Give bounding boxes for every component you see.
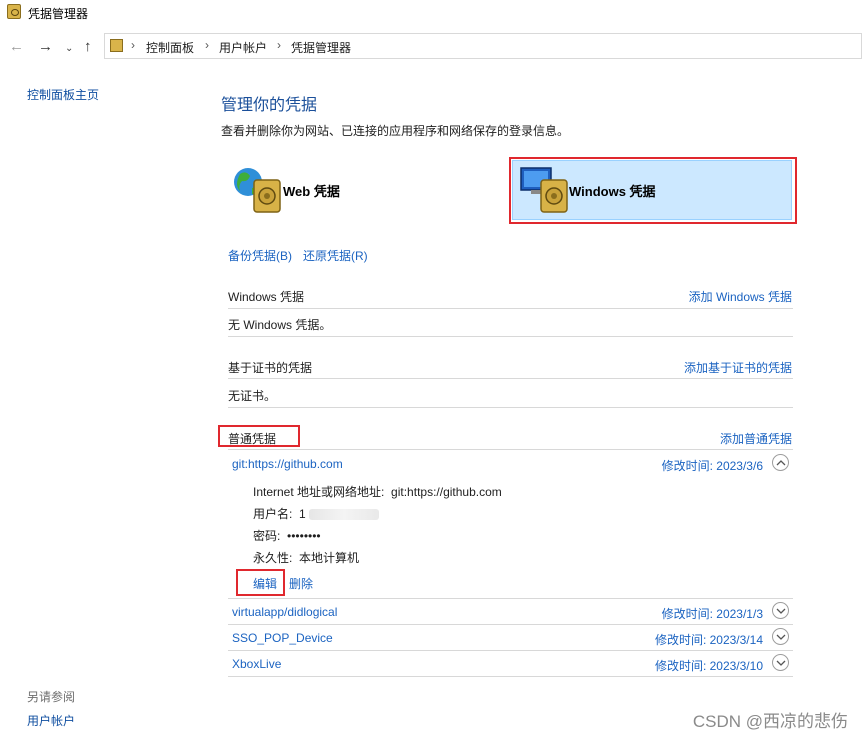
title-bar: 凭据管理器 xyxy=(0,0,864,26)
redacted-username-blur xyxy=(309,509,380,521)
collapse-chevron-up-icon[interactable] xyxy=(772,454,789,471)
divider xyxy=(228,308,793,309)
breadcrumb-separator-icon[interactable]: › xyxy=(205,38,209,52)
delete-credential-link[interactable]: 删除 xyxy=(289,575,313,592)
credential-password-detail: 密码: •••••••• xyxy=(253,527,321,544)
expand-chevron-down-icon[interactable] xyxy=(772,628,789,645)
credential-row[interactable]: virtualapp/didlogical 修改时间: 2023/1/3 xyxy=(228,599,793,625)
web-credentials-label: Web 凭据 xyxy=(283,184,340,199)
credential-modified-date: 修改时间: 2023/3/14 xyxy=(654,633,763,647)
credential-persistence-detail: 永久性: 本地计算机 xyxy=(253,549,359,566)
forward-arrow-icon[interactable]: → xyxy=(38,39,53,55)
web-credentials-tab[interactable]: Web 凭据 xyxy=(228,160,388,220)
expand-chevron-down-icon[interactable] xyxy=(772,654,789,671)
credential-row[interactable]: git:https://github.com 修改时间: 2023/3/6 xyxy=(228,451,793,477)
credential-modified-date: 修改时间: 2023/3/6 xyxy=(661,459,763,473)
backup-credentials-link[interactable]: 备份凭据(B) xyxy=(228,247,292,264)
address-bar[interactable] xyxy=(104,33,862,59)
address-label: Internet 地址或网络地址: xyxy=(253,485,385,499)
add-generic-credential-link[interactable]: 添加普通凭据 xyxy=(720,430,792,447)
credential-modified-date: 修改时间: 2023/1/3 xyxy=(661,607,763,621)
credential-name: SSO_POP_Device xyxy=(232,631,333,645)
page-title: 管理你的凭据 xyxy=(221,97,318,114)
persistence-value: 本地计算机 xyxy=(299,551,360,565)
credential-row[interactable]: XboxLive 修改时间: 2023/3/10 xyxy=(228,651,793,677)
windows-credentials-section-title: Windows 凭据 xyxy=(228,290,305,304)
control-panel-icon xyxy=(110,39,123,52)
credential-name: virtualapp/didlogical xyxy=(232,605,338,619)
watermark-text: CSDN @西凉的悲伤 xyxy=(692,712,848,731)
annotation-highlight-box xyxy=(236,569,285,596)
username-label: 用户名: xyxy=(253,507,293,521)
annotation-highlight-box xyxy=(509,157,797,224)
credential-modified-date: 修改时间: 2023/3/10 xyxy=(654,659,763,673)
divider xyxy=(228,449,793,450)
breadcrumb-separator-icon[interactable]: › xyxy=(277,38,281,52)
web-credentials-icon xyxy=(234,168,281,213)
breadcrumb-user-accounts[interactable]: 用户帐户 xyxy=(219,39,267,56)
no-windows-credentials-text: 无 Windows 凭据。 xyxy=(228,318,332,332)
divider xyxy=(228,378,793,379)
up-arrow-icon[interactable]: ↑ xyxy=(84,39,92,55)
divider xyxy=(228,336,793,337)
credential-manager-icon xyxy=(7,4,21,19)
persistence-label: 永久性: xyxy=(253,551,293,565)
divider xyxy=(228,407,793,408)
password-label: 密码: xyxy=(253,529,281,543)
breadcrumb-credential-manager[interactable]: 凭据管理器 xyxy=(291,39,351,56)
control-panel-home-link[interactable]: 控制面板主页 xyxy=(27,86,99,103)
expand-chevron-down-icon[interactable] xyxy=(772,602,789,619)
password-value: •••••••• xyxy=(287,529,321,543)
window-title: 凭据管理器 xyxy=(28,7,89,21)
add-certificate-credential-link[interactable]: 添加基于证书的凭据 xyxy=(684,359,792,376)
annotation-highlight-box xyxy=(218,425,300,447)
page-subtitle: 查看并删除你为网站、已连接的应用程序和网络保存的登录信息。 xyxy=(221,124,570,138)
user-accounts-link[interactable]: 用户帐户 xyxy=(27,712,75,729)
address-value: git:https://github.com xyxy=(391,485,502,499)
restore-credentials-link[interactable]: 还原凭据(R) xyxy=(303,247,368,264)
credential-username-detail: 用户名: 1 xyxy=(253,505,380,522)
back-arrow-icon[interactable]: ← xyxy=(9,39,24,55)
breadcrumb-control-panel[interactable]: 控制面板 xyxy=(146,39,194,56)
no-certificates-text: 无证书。 xyxy=(228,389,277,403)
breadcrumb-separator-icon[interactable]: › xyxy=(131,38,135,52)
username-value: 1 xyxy=(299,507,306,521)
credential-name: git:https://github.com xyxy=(232,457,343,471)
credential-name: XboxLive xyxy=(232,657,282,671)
see-also-heading: 另请参阅 xyxy=(27,690,76,704)
credential-address-detail: Internet 地址或网络地址: git:https://github.com xyxy=(253,483,502,500)
recent-locations-chevron-icon[interactable]: ⌄ xyxy=(65,41,73,57)
credential-row[interactable]: SSO_POP_Device 修改时间: 2023/3/14 xyxy=(228,625,793,651)
certificate-credentials-section-title: 基于证书的凭据 xyxy=(228,361,313,375)
add-windows-credential-link[interactable]: 添加 Windows 凭据 xyxy=(689,288,792,305)
